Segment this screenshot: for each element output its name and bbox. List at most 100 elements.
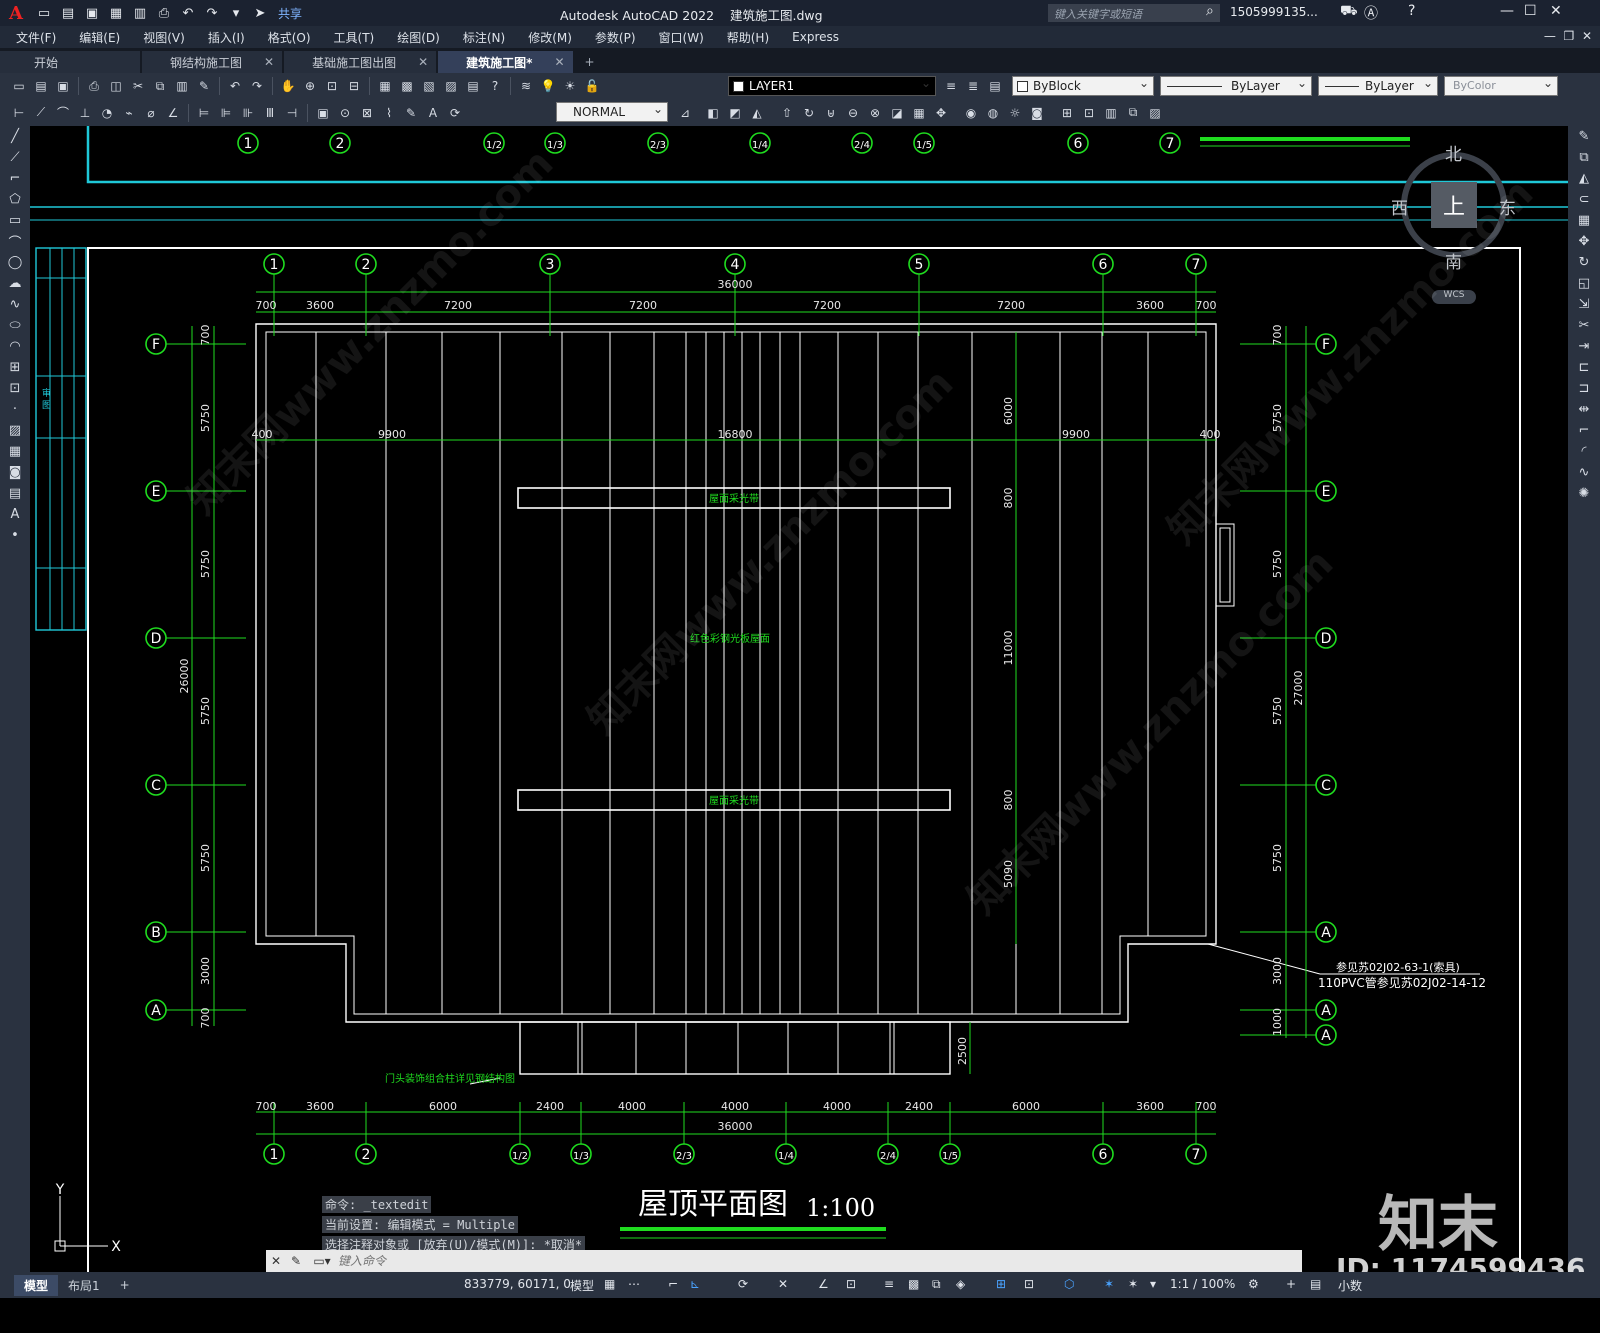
axis-bubble[interactable]: 7: [1159, 132, 1181, 154]
compass-north[interactable]: 北: [1445, 140, 1462, 165]
axis-bubble[interactable]: 1/5: [939, 1143, 961, 1165]
axis-bubble[interactable]: 4: [724, 253, 746, 275]
xref-icon[interactable]: ⧉: [1125, 105, 1141, 121]
axis-bubble[interactable]: E: [1315, 480, 1337, 502]
layer-manager-icon[interactable]: ≋: [518, 78, 534, 94]
tab-steel[interactable]: 钢结构施工图 ✕: [142, 51, 283, 73]
polygon-icon[interactable]: ⬠: [0, 189, 30, 210]
join-icon[interactable]: ⇹: [1568, 399, 1600, 420]
camera-icon[interactable]: ◙: [1029, 105, 1045, 121]
calculator-icon[interactable]: ▤: [465, 78, 481, 94]
sheetset-icon[interactable]: ▨: [443, 78, 459, 94]
open-icon[interactable]: ▤: [33, 78, 49, 94]
maximize-icon[interactable]: ☐: [1524, 3, 1537, 19]
subtract-icon[interactable]: ⊖: [845, 105, 861, 121]
trim-icon[interactable]: ✂: [1568, 315, 1600, 336]
lineweight-select[interactable]: ByLayer: [1318, 76, 1438, 96]
layer-thaw-icon[interactable]: ☀: [562, 78, 578, 94]
autodesk-a360-icon[interactable]: Ⓐ: [1364, 3, 1378, 23]
axis-bubble[interactable]: C: [145, 774, 167, 796]
cut-icon[interactable]: ✂: [130, 78, 146, 94]
stretch-icon[interactable]: ⇲: [1568, 294, 1600, 315]
transparency-icon[interactable]: ▩: [908, 1277, 919, 1291]
snap-icon[interactable]: ⋯: [628, 1277, 640, 1291]
axis-bubble[interactable]: 2: [355, 1143, 377, 1165]
add-selected-icon[interactable]: •: [0, 525, 30, 546]
dim-arc-icon[interactable]: ⌒: [55, 105, 71, 121]
axis-bubble[interactable]: D: [145, 627, 167, 649]
attribute-icon[interactable]: ▥: [1103, 105, 1119, 121]
dim-text-edit-icon[interactable]: A: [425, 105, 441, 121]
tolerance-icon[interactable]: ▣: [315, 105, 331, 121]
annotation-monitor-icon[interactable]: +: [1286, 1277, 1296, 1291]
recent-commands-icon[interactable]: ▭▾: [306, 1250, 338, 1272]
dim-linear-icon[interactable]: ⊢: [11, 105, 27, 121]
cursor-coordinates[interactable]: 833779, 60171, 0: [464, 1277, 571, 1291]
dim-ordinate-icon[interactable]: ⊥: [77, 105, 93, 121]
polyline-icon[interactable]: ⌐: [0, 168, 30, 189]
close-command-icon[interactable]: ✕: [266, 1250, 286, 1272]
dimstyle-select[interactable]: NORMAL: [556, 102, 668, 122]
wcs-menu[interactable]: WCS: [1432, 290, 1476, 304]
jogged-linear-icon[interactable]: ⌇: [381, 105, 397, 121]
materials-icon[interactable]: ◍: [985, 105, 1001, 121]
dynamic-input-icon[interactable]: ⊞: [996, 1277, 1006, 1291]
zoom-window-icon[interactable]: ⊡: [324, 78, 340, 94]
copy-icon[interactable]: ⧉: [152, 78, 168, 94]
close-tab-icon[interactable]: ✕: [554, 55, 564, 69]
designcenter-icon[interactable]: ▩: [399, 78, 415, 94]
union-icon[interactable]: ⊎: [823, 105, 839, 121]
spline-icon[interactable]: ∿: [0, 294, 30, 315]
close-icon[interactable]: ✕: [1550, 3, 1562, 19]
linetype-select[interactable]: ByLayer: [1160, 76, 1312, 96]
compass-south[interactable]: 南: [1445, 248, 1462, 273]
layer-state-icon[interactable]: ▤: [987, 78, 1003, 94]
layer-on-icon[interactable]: 💡: [540, 78, 556, 94]
compass-east[interactable]: 东: [1499, 194, 1516, 219]
intersect-icon[interactable]: ⊗: [867, 105, 883, 121]
menu-edit[interactable]: 编辑(E): [79, 29, 120, 46]
toolpalette-icon[interactable]: ▧: [421, 78, 437, 94]
axis-bubble[interactable]: 6: [1092, 1143, 1114, 1165]
new-tab-button[interactable]: +: [575, 51, 605, 73]
otrack-icon[interactable]: ∠: [818, 1277, 829, 1291]
point-icon[interactable]: ·: [0, 399, 30, 420]
gradient-icon[interactable]: ▦: [0, 441, 30, 462]
help-icon[interactable]: ?: [487, 78, 503, 94]
axis-bubble[interactable]: 5: [908, 253, 930, 275]
menu-express[interactable]: Express: [792, 30, 839, 44]
dim-baseline-icon[interactable]: ⊫: [218, 105, 234, 121]
dim-diameter-icon[interactable]: ⌀: [143, 105, 159, 121]
dimstyle-icon[interactable]: ⊿: [677, 105, 693, 121]
layer-previous-icon[interactable]: ≣: [965, 78, 981, 94]
plot-icon[interactable]: ⎙: [154, 3, 174, 23]
xline-icon[interactable]: ⟋: [0, 147, 30, 168]
menu-modify[interactable]: 修改(M): [528, 29, 572, 46]
3d-move-icon[interactable]: ✥: [933, 105, 949, 121]
axis-bubble[interactable]: 1/5: [913, 132, 935, 154]
floor-plan-svg[interactable]: 1 2 1/2 1/3 2/3 1/4 2/4 1/5 6 7 1 2 3 4 5 6 7 1 2 1/2 1/3 2/3…: [30, 126, 1568, 1272]
axis-bubble[interactable]: A: [1315, 999, 1337, 1021]
line-icon[interactable]: ╱: [0, 126, 30, 147]
menu-insert[interactable]: 插入(I): [208, 29, 245, 46]
command-input[interactable]: [338, 1254, 1238, 1268]
explode-icon[interactable]: ✺: [1568, 483, 1600, 504]
revcloud-icon[interactable]: ☁: [0, 273, 30, 294]
block-insert-icon[interactable]: ⊞: [1059, 105, 1075, 121]
compass-west[interactable]: 西: [1391, 194, 1408, 219]
axis-bubble[interactable]: 2/4: [877, 1143, 899, 1165]
blend-icon[interactable]: ∿: [1568, 462, 1600, 483]
rotate-icon[interactable]: ↻: [1568, 252, 1600, 273]
tab-foundation[interactable]: 基础施工图出图 ✕: [284, 51, 437, 73]
axis-bubble[interactable]: E: [145, 480, 167, 502]
tab-architecture[interactable]: 建筑施工图* ✕: [438, 51, 573, 73]
extrude-icon[interactable]: ⇧: [779, 105, 795, 121]
tab-start[interactable]: 开始: [0, 51, 140, 73]
undo-icon[interactable]: ↶: [178, 3, 198, 23]
pan-icon[interactable]: ✋: [280, 78, 296, 94]
zoom-previous-icon[interactable]: ⊟: [346, 78, 362, 94]
axis-bubble[interactable]: F: [145, 333, 167, 355]
solid-cone-icon[interactable]: ◭: [749, 105, 765, 121]
quick-dim-icon[interactable]: ⊨: [196, 105, 212, 121]
axis-bubble[interactable]: A: [1315, 1024, 1337, 1046]
